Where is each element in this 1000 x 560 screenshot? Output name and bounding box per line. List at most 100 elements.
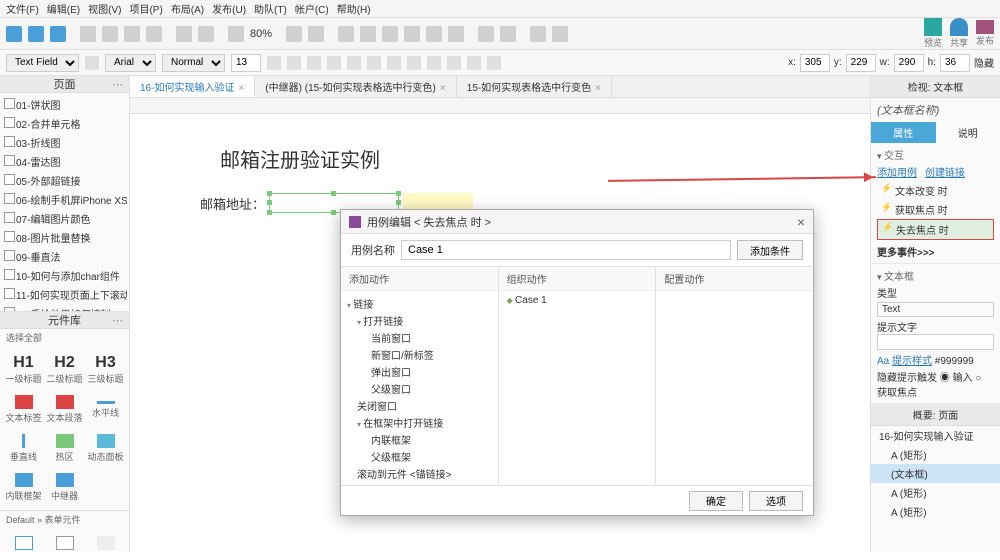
lib-vr[interactable]: 垂直线	[4, 430, 43, 467]
menu-team[interactable]: 助队(T)	[254, 1, 287, 16]
hint-style-link[interactable]: 提示样式	[892, 356, 932, 367]
close-icon[interactable]: ×	[440, 83, 446, 94]
event-text-change[interactable]: 文本改变 时	[877, 181, 994, 200]
menu-file[interactable]: 文件(F)	[6, 1, 39, 16]
outline-item[interactable]: A (矩形)	[871, 445, 1000, 464]
lib-input[interactable]	[4, 532, 43, 556]
lib-textarea[interactable]	[45, 532, 84, 556]
dist-h-icon[interactable]	[478, 26, 494, 42]
action-node[interactable]: 在框架中打开链接	[347, 414, 492, 431]
action-tree[interactable]: 链接打开链接当前窗口新窗口/新标签弹出窗口父级窗口关闭窗口在框架中打开链接内联框…	[341, 291, 498, 485]
align-b-icon[interactable]	[448, 26, 464, 42]
h-input[interactable]	[940, 54, 970, 72]
case-name-input[interactable]	[401, 240, 731, 260]
widget-name[interactable]: (文本框名称)	[871, 98, 1000, 122]
page-item[interactable]: 02-合并单元格	[2, 114, 127, 133]
heading-text[interactable]: 邮箱注册验证实例	[220, 144, 820, 173]
front-icon[interactable]	[286, 26, 302, 42]
menu-help[interactable]: 帮助(H)	[337, 1, 371, 16]
action-node[interactable]: 新窗口/新标签	[347, 346, 492, 363]
page-item[interactable]: 11-如何实现页面上下滚动	[2, 285, 127, 304]
lib-menu-icon[interactable]: ⋯	[112, 314, 123, 327]
lib-footer[interactable]: Default » 表单元件	[0, 510, 129, 528]
lib-h1[interactable]: H1一级标题	[4, 350, 43, 389]
border-icon[interactable]	[347, 56, 361, 70]
close-icon[interactable]: ×	[595, 83, 601, 94]
page-item[interactable]: 10-如何与添加char组件	[2, 266, 127, 285]
outline-item[interactable]: (文本框)	[871, 464, 1000, 483]
align-r-icon[interactable]	[382, 26, 398, 42]
w-input[interactable]	[894, 54, 924, 72]
point-icon[interactable]	[146, 26, 162, 42]
ungroup-icon[interactable]	[198, 26, 214, 42]
opt-focus[interactable]: 获取焦点	[877, 388, 917, 399]
tab-2[interactable]: 15-如何实现表格选中行变色×	[457, 76, 612, 97]
underline-icon[interactable]	[307, 56, 321, 70]
font-size-input[interactable]	[231, 54, 261, 72]
create-link-link[interactable]: 创建链接	[925, 164, 965, 179]
menu-arrange[interactable]: 布局(A)	[171, 1, 204, 16]
page-item[interactable]: 03-折线图	[2, 133, 127, 152]
select-icon[interactable]	[80, 26, 96, 42]
x-input[interactable]	[800, 54, 830, 72]
lib-text-label[interactable]: 文本标签	[4, 391, 43, 428]
zoom-icon[interactable]	[228, 26, 244, 42]
lib-hr[interactable]: 水平线	[86, 391, 125, 428]
pages-menu-icon[interactable]: ⋯	[112, 78, 123, 91]
organize-list[interactable]: Case 1	[499, 291, 656, 310]
copy-icon[interactable]	[28, 26, 44, 42]
outline-item[interactable]: 16-如何实现输入验证	[871, 426, 1000, 445]
type-select[interactable]: Text	[877, 302, 994, 317]
outline-item[interactable]: A (矩形)	[871, 502, 1000, 521]
lib-hotspot[interactable]: 热区	[45, 430, 84, 467]
group-icon[interactable]	[176, 26, 192, 42]
opt-input[interactable]: 输入	[953, 373, 973, 384]
menu-project[interactable]: 项目(P)	[129, 1, 162, 16]
y-input[interactable]	[846, 54, 876, 72]
lock-icon[interactable]	[530, 26, 546, 42]
action-node[interactable]: 内联框架	[347, 431, 492, 448]
publish-button[interactable]: 发布	[976, 20, 994, 47]
tab-notes[interactable]: 说明	[936, 122, 1000, 143]
page-item[interactable]: 12-手绘效果如何控制	[2, 304, 127, 311]
dist-v-icon[interactable]	[500, 26, 516, 42]
lib-iframe[interactable]: 内联框架	[4, 469, 43, 506]
action-node[interactable]: 父级窗口	[347, 380, 492, 397]
back-icon[interactable]	[308, 26, 324, 42]
lib-text-para[interactable]: 文本段落	[45, 391, 84, 428]
tab-properties[interactable]: 属性	[871, 122, 936, 143]
lib-droplist[interactable]	[86, 532, 125, 556]
pen-icon[interactable]	[124, 26, 140, 42]
style-select[interactable]: Normal	[162, 54, 225, 72]
tab-active[interactable]: 16-如何实现输入验证×	[130, 76, 255, 97]
lib-dynamic[interactable]: 动态面板	[86, 430, 125, 467]
event-lost-focus[interactable]: 失去焦点 时	[877, 219, 994, 240]
add-condition-button[interactable]: 添加条件	[737, 240, 803, 260]
lib-h2[interactable]: H2二级标题	[45, 350, 84, 389]
align-tr-icon[interactable]	[487, 56, 501, 70]
case-item[interactable]: Case 1	[507, 295, 648, 306]
menu-edit[interactable]: 编辑(E)	[47, 1, 80, 16]
unlock-icon[interactable]	[552, 26, 568, 42]
align-c-icon[interactable]	[360, 26, 376, 42]
connect-icon[interactable]	[102, 26, 118, 42]
hidden-toggle[interactable]: 隐藏	[974, 55, 994, 70]
align-l-icon[interactable]	[338, 26, 354, 42]
page-item[interactable]: 09-垂直法	[2, 247, 127, 266]
widget-type-select[interactable]: Text Field	[6, 54, 79, 72]
section-interactions[interactable]: 交互	[877, 147, 994, 162]
page-item[interactable]: 04-雷达图	[2, 152, 127, 171]
lib-repeater[interactable]: 中继器	[45, 469, 84, 506]
action-node[interactable]: 滚动到元件 <锚链接>	[347, 465, 492, 482]
section-textfield[interactable]: 文本框	[877, 268, 994, 283]
action-node[interactable]: 当前窗口	[347, 329, 492, 346]
field-label[interactable]: 邮箱地址：	[200, 194, 265, 213]
outline-item[interactable]: A (矩形)	[871, 483, 1000, 502]
fill2-icon[interactable]	[407, 56, 421, 70]
event-got-focus[interactable]: 获取焦点 时	[877, 200, 994, 219]
dialog-close-icon[interactable]: ×	[797, 214, 805, 230]
font-select[interactable]: Arial	[105, 54, 156, 72]
action-node[interactable]: 打开链接	[347, 312, 492, 329]
page-item[interactable]: 07-编辑图片颜色	[2, 209, 127, 228]
dialog-titlebar[interactable]: 用例编辑 < 失去焦点 时 > ×	[341, 210, 813, 234]
